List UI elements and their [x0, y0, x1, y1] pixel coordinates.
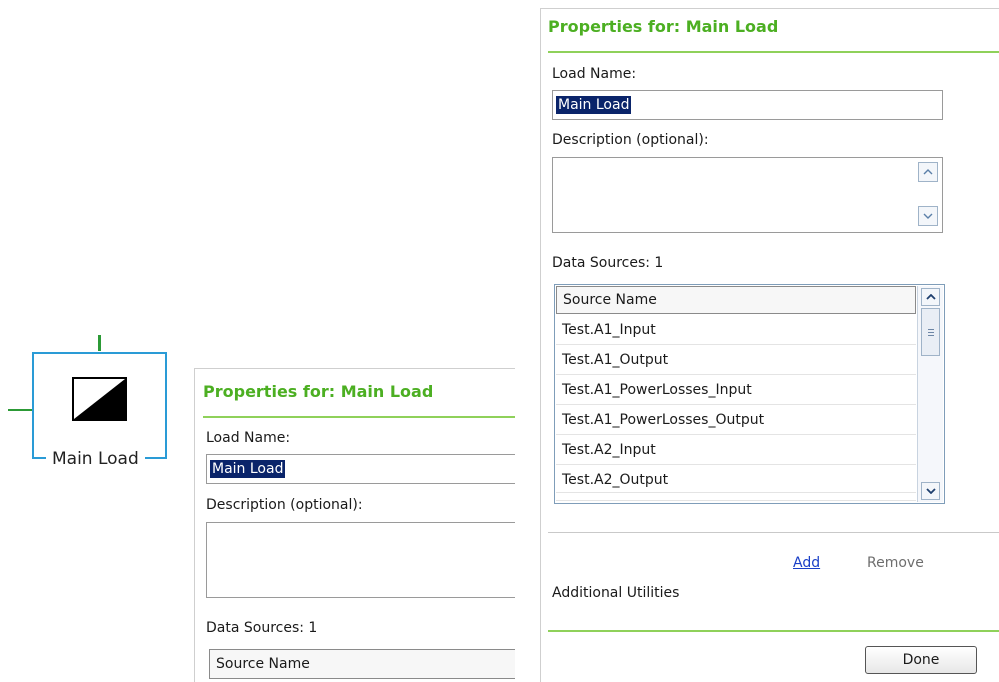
load-block-icon [72, 377, 127, 421]
additional-utilities-label[interactable]: Additional Utilities [552, 585, 679, 601]
done-button[interactable]: Done [865, 646, 977, 674]
node-top-connector [98, 335, 101, 351]
table-row[interactable]: Test.A2_Output [556, 465, 916, 493]
description-input[interactable] [206, 522, 515, 598]
source-name-column-header[interactable]: Source Name [556, 286, 916, 314]
load-name-input[interactable]: Main Load [206, 454, 515, 484]
load-name-value: Main Load [210, 460, 286, 478]
chevron-up-icon [923, 169, 933, 175]
table-row[interactable]: Test.B1_Input [556, 493, 916, 501]
description-input[interactable] [552, 157, 943, 233]
node-left-connector [8, 409, 34, 411]
table-row[interactable]: Test.A2_Input [556, 435, 916, 465]
data-sources-label: Data Sources: 1 [206, 620, 318, 636]
source-name-column-header[interactable]: Source Name [209, 649, 515, 679]
node-label: Main Load [46, 448, 145, 470]
grid-scrollbar[interactable] [917, 286, 943, 502]
data-sources-list: Test.A1_Input Test.A1_Output Test.A1_Pow… [556, 315, 916, 501]
grid-scroll-thumb[interactable] [921, 308, 940, 356]
load-name-value: Main Load [556, 96, 632, 114]
panel-title: Properties for: Main Load [203, 382, 434, 401]
footer-divider [548, 630, 999, 632]
table-row[interactable]: Test.A1_PowerLosses_Output [556, 405, 916, 435]
load-name-label: Load Name: [552, 66, 637, 82]
grid-divider [548, 532, 999, 533]
description-label: Description (optional): [552, 132, 709, 148]
data-sources-grid: Source Name Test.A1_Input Test.A1_Output… [554, 284, 945, 504]
table-row[interactable]: Test.A1_Input [556, 315, 916, 345]
chevron-up-icon [925, 294, 936, 300]
remove-link[interactable]: Remove [867, 555, 924, 571]
description-scroll-up-button[interactable] [918, 162, 938, 182]
grid-scroll-down-button[interactable] [921, 482, 940, 500]
description-label: Description (optional): [206, 497, 363, 513]
load-name-input[interactable]: Main Load [552, 90, 943, 120]
table-row[interactable]: Test.A1_PowerLosses_Input [556, 375, 916, 405]
chevron-down-icon [925, 488, 936, 494]
load-name-label: Load Name: [206, 430, 291, 446]
data-sources-label: Data Sources: 1 [552, 255, 664, 271]
title-divider [203, 416, 515, 418]
table-row[interactable]: Test.A1_Output [556, 345, 916, 375]
title-divider [548, 51, 999, 53]
description-scroll-down-button[interactable] [918, 206, 938, 226]
panel-title: Properties for: Main Load [548, 17, 779, 36]
grid-scroll-up-button[interactable] [921, 288, 940, 306]
chevron-down-icon [923, 213, 933, 219]
add-link[interactable]: Add [793, 555, 820, 571]
properties-panel-small: Properties for: Main Load Load Name: Mai… [194, 368, 515, 682]
properties-panel-large: Properties for: Main Load Load Name: Mai… [540, 8, 999, 682]
